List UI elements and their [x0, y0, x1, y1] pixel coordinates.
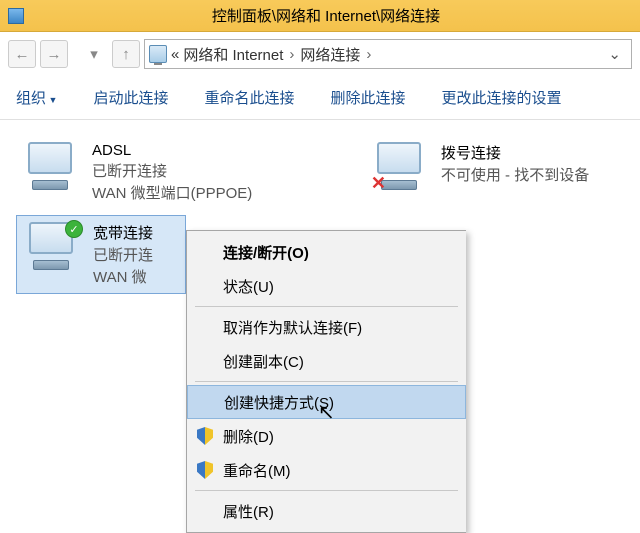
conn-name: 拨号连接: [441, 142, 589, 163]
menu-create-shortcut[interactable]: 创建快捷方式(S): [187, 385, 466, 419]
menu-rename[interactable]: 重命名(M): [187, 453, 466, 487]
crumb-network-internet[interactable]: 网络和 Internet: [183, 44, 283, 65]
command-bar: 组织 启动此连接 重命名此连接 删除此连接 更改此连接的设置: [0, 76, 640, 120]
menu-create-copy[interactable]: 创建副本(C): [187, 344, 466, 378]
shield-icon: [197, 461, 213, 479]
menu-separator: [195, 490, 458, 491]
menu-status[interactable]: 状态(U): [187, 269, 466, 303]
address-box[interactable]: « 网络和 Internet › 网络连接 › ⌄: [144, 39, 632, 69]
conn-name: 宽带连接: [93, 222, 153, 243]
menu-delete[interactable]: 删除(D): [187, 419, 466, 453]
window-title: 控制面板\网络和 Internet\网络连接: [32, 5, 640, 26]
organize-menu[interactable]: 组织: [16, 87, 57, 108]
connection-adsl[interactable]: ADSL 已断开连接 WAN 微型端口(PPPOE): [16, 136, 355, 209]
conn-device: WAN 微型端口(PPPOE): [92, 182, 252, 203]
menu-separator: [195, 306, 458, 307]
conn-status: 已断开连接: [92, 160, 252, 181]
menu-connect-disconnect[interactable]: 连接/断开(O): [187, 235, 466, 269]
start-connection[interactable]: 启动此连接: [93, 87, 168, 108]
change-settings[interactable]: 更改此连接的设置: [441, 87, 561, 108]
connection-dialup[interactable]: ✕ 拨号连接 不可使用 - 找不到设备: [365, 136, 624, 209]
up-button[interactable]: ↑: [112, 40, 140, 68]
window-icon: [8, 8, 24, 24]
forward-button[interactable]: →: [40, 40, 68, 68]
phone-icon: ✕: [373, 142, 429, 192]
address-bar: ← → ▾ ↑ « 网络和 Internet › 网络连接 › ⌄: [0, 32, 640, 76]
title-bar: 控制面板\网络和 Internet\网络连接: [0, 0, 640, 32]
conn-device: WAN 微: [93, 266, 153, 287]
connection-broadband[interactable]: ✓ 宽带连接 已断开连 WAN 微: [16, 215, 186, 294]
crumb-quote: «: [171, 46, 179, 63]
conn-status: 已断开连: [93, 244, 153, 265]
context-menu: 连接/断开(O) 状态(U) 取消作为默认连接(F) 创建副本(C) 创建快捷方…: [186, 230, 466, 533]
location-icon: [149, 45, 167, 63]
rename-connection[interactable]: 重命名此连接: [204, 87, 294, 108]
conn-name: ADSL: [92, 142, 252, 159]
address-dropdown[interactable]: ⌄: [602, 45, 627, 63]
back-button[interactable]: ←: [8, 40, 36, 68]
error-icon: ✕: [371, 173, 386, 194]
menu-separator: [195, 381, 458, 382]
modem-icon: ✓: [25, 222, 81, 272]
recent-button[interactable]: ▾: [80, 40, 108, 68]
delete-connection[interactable]: 删除此连接: [330, 87, 405, 108]
conn-status: 不可使用 - 找不到设备: [441, 164, 589, 185]
crumb-network-connections[interactable]: 网络连接: [300, 44, 360, 65]
menu-properties[interactable]: 属性(R): [187, 494, 466, 528]
crumb-sep-2[interactable]: ›: [364, 46, 373, 63]
crumb-sep-1[interactable]: ›: [287, 46, 296, 63]
modem-icon: [24, 142, 80, 192]
default-check-icon: ✓: [65, 220, 83, 238]
shield-icon: [197, 427, 213, 445]
menu-unset-default[interactable]: 取消作为默认连接(F): [187, 310, 466, 344]
